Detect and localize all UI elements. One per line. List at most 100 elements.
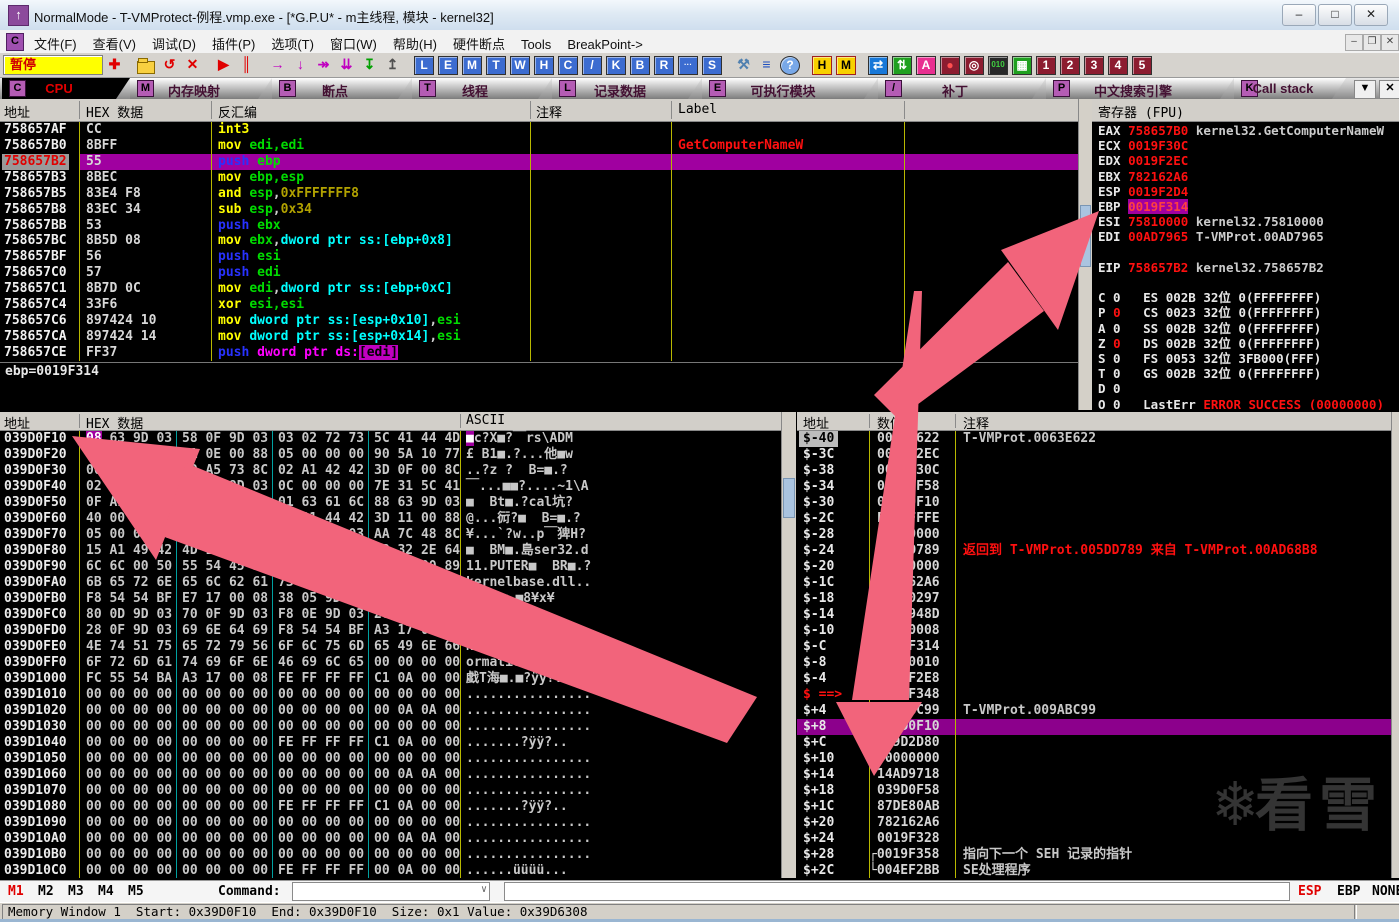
handles-window-button[interactable]: H	[534, 55, 554, 75]
dump-row[interactable]: 039D0F30 00 00 00 00 70 A5 73 8C 02 A1 42 4…	[0, 463, 781, 479]
execute-till-return-button[interactable]: ↥	[382, 55, 403, 75]
stack-row[interactable]: $-4 0019F2E8	[797, 671, 1391, 687]
restart-button[interactable]: ↺	[159, 55, 180, 75]
stack-scrollbar[interactable]	[1391, 412, 1399, 878]
plugin-1-button[interactable]: 1	[1036, 55, 1056, 75]
dump-row[interactable]: 039D1090 00 00 00 00 00 00 00 00 00 00 00 0…	[0, 815, 781, 831]
dump-row[interactable]: 039D1040 00 00 00 00 00 00 00 00 FE FF FF F…	[0, 735, 781, 751]
memory-window-m2[interactable]: M2	[38, 884, 54, 899]
stack-row[interactable]: $-38 0019F30C	[797, 463, 1391, 479]
open-file-button[interactable]	[137, 58, 155, 74]
hardware-breakpoint-button[interactable]: H	[812, 55, 832, 75]
plugin-2-button[interactable]: 2	[1060, 55, 1080, 75]
dump-row[interactable]: 039D10B0 00 00 00 00 00 00 00 00 00 00 00 0…	[0, 847, 781, 863]
patches-window-button[interactable]: /	[582, 55, 602, 75]
callstack-window-button[interactable]: K	[606, 55, 626, 75]
combo-dropdown-icon[interactable]: ∨	[481, 884, 487, 895]
dump-row[interactable]: 039D0F10 08 63 9D 03 58 0F 9D 03 03 02 72 7…	[0, 431, 781, 447]
help-button[interactable]: ?	[780, 55, 800, 75]
disassembly-scrollbar[interactable]	[1078, 99, 1092, 410]
stack-row[interactable]: $+2C └004EF2BB SE处理程序	[797, 863, 1391, 878]
stack-row[interactable]: $-14 640A948D	[797, 607, 1391, 623]
register-row[interactable]: ESP 0019F2D4	[1098, 184, 1399, 199]
tab-dropdown-button[interactable]: ▼	[1354, 80, 1376, 99]
mdi-restore-button[interactable]: ❐	[1363, 34, 1381, 51]
disasm-row[interactable]: 758657B5 83E4 F8 and esp,0xFFFFFFF8	[0, 186, 1078, 202]
log-window-button[interactable]: L	[414, 55, 434, 75]
stack-row[interactable]: $-34 039D0F58	[797, 479, 1391, 495]
register-row[interactable]: P 0 CS 0023 32位 0(FFFFFFFF)	[1098, 305, 1399, 320]
step-into-button[interactable]: →	[267, 55, 288, 75]
menu-item-9[interactable]: BreakPoint->	[559, 33, 651, 52]
mdi-child-icon[interactable]: C	[6, 33, 24, 51]
stack-row[interactable]: $+4 009ABC99 T-VMProt.009ABC99	[797, 703, 1391, 719]
register-row[interactable]: S 0 FS 0053 32位 3FB000(FFF)	[1098, 351, 1399, 366]
close-process-button[interactable]: ✕	[182, 55, 203, 75]
disassembly-scrollbar-thumb[interactable]	[1080, 205, 1091, 267]
memory-window-m1[interactable]: M1	[8, 884, 24, 899]
menu-item-0[interactable]: 文件(F)	[26, 30, 85, 53]
stack-row[interactable]: $-18 00000297	[797, 591, 1391, 607]
assemble-button[interactable]: A	[916, 55, 936, 75]
register-row[interactable]: C 0 ES 002B 32位 0(FFFFFFFF)	[1098, 290, 1399, 305]
cpu-window-button[interactable]: C	[558, 55, 578, 75]
stack-row[interactable]: $-3C 0019F2EC	[797, 447, 1391, 463]
minimize-button[interactable]: –	[1282, 4, 1316, 26]
mdi-minimize-button[interactable]: –	[1345, 34, 1363, 51]
disasm-row[interactable]: 758657BC 8B5D 08 mov ebx,dword ptr ss:[ebp…	[0, 233, 1078, 249]
memory-window-button[interactable]: M	[462, 55, 482, 75]
stack-row[interactable]: $-40 0063E622 T-VMProt.0063E622	[797, 431, 1391, 447]
none-indicator[interactable]: NONE	[1372, 884, 1399, 899]
tab-补丁[interactable]: / 补丁	[878, 78, 1046, 99]
close-button[interactable]: ✕	[1354, 4, 1388, 26]
windows-window-button[interactable]: W	[510, 55, 530, 75]
stack-row[interactable]: $-20 00000000	[797, 559, 1391, 575]
breakpoints-window-button[interactable]: B	[630, 55, 650, 75]
binary-button[interactable]: 010	[988, 55, 1008, 75]
register-row[interactable]: ESI 75810000 kernel32.75810000	[1098, 214, 1399, 229]
run-button[interactable]: ▶	[213, 55, 234, 75]
dump-row[interactable]: 039D0FE0 4E 74 51 75 65 72 79 56 6F 6C 75 6…	[0, 639, 781, 655]
register-row[interactable]	[1098, 275, 1399, 290]
dump-row[interactable]: 039D0FB0 F8 54 54 BF E7 17 00 08 38 05 9D 0…	[0, 591, 781, 607]
register-row[interactable]: EIP 758657B2 kernel32.758657B2	[1098, 260, 1399, 275]
dump-row[interactable]: 039D0FC0 80 0D 9D 03 70 0F 9D 03 F8 0E 9D 0…	[0, 607, 781, 623]
disasm-row[interactable]: 758657CA 897424 14 mov dword ptr ss:[esp+0…	[0, 329, 1078, 345]
run-to-selection-button[interactable]: ↧	[359, 55, 380, 75]
dump-scrollbar-thumb[interactable]	[783, 478, 795, 518]
dump-row[interactable]: 039D0F90 6C 6C 00 50 55 54 45 52 16 A1 4E 0…	[0, 559, 781, 575]
memory-window-m4[interactable]: M4	[98, 884, 114, 899]
register-row[interactable]: EBP 0019F314	[1098, 199, 1399, 215]
tab-线程[interactable]: T 线程	[412, 78, 552, 99]
menu-item-2[interactable]: 调试(D)	[144, 30, 204, 53]
menu-item-5[interactable]: 窗口(W)	[322, 30, 385, 53]
stack-row[interactable]: $-28 00580000	[797, 527, 1391, 543]
disasm-row[interactable]: 758657B2 55 push ebp	[0, 153, 1078, 170]
disasm-row[interactable]: 758657AF CC int3	[0, 122, 1078, 138]
disasm-row[interactable]: 758657B0 8BFF mov edi,edi GetComputerNameW	[0, 138, 1078, 154]
dump-row[interactable]: 039D0FF0 6F 72 6D 61 74 69 6F 6E 46 69 6C 6…	[0, 655, 781, 671]
references-window-button[interactable]: R	[654, 55, 674, 75]
register-row[interactable]: ECX 0019F30C	[1098, 138, 1399, 153]
debug-options-wrench-button[interactable]: ⚒	[733, 55, 754, 75]
disasm-row[interactable]: 758657B3 8BEC mov ebp,esp	[0, 170, 1078, 186]
stack-row[interactable]: $-2C FFFFFFFE	[797, 511, 1391, 527]
stack-row[interactable]: $-1C 782162A6	[797, 575, 1391, 591]
stack-row[interactable]: $+8 039D0F10	[797, 719, 1391, 735]
dump-row[interactable]: 039D0F80 15 A1 49 42 4D 12 00 8D 75 00 00 0…	[0, 543, 781, 559]
command-secondary-box[interactable]	[504, 882, 1290, 901]
crosshair-button[interactable]: ✚	[104, 55, 125, 75]
ebp-indicator[interactable]: EBP	[1337, 884, 1360, 899]
record-button[interactable]: ●	[940, 55, 960, 75]
disasm-row[interactable]: 758657C1 8B7D 0C mov edi,dword ptr ss:[ebp…	[0, 281, 1078, 297]
register-row[interactable]: EDI 00AD7965 T-VMProt.00AD7965	[1098, 229, 1399, 244]
dump-row[interactable]: 039D0F40 02 00 00 00 00 00 9D 03 0C 00 00 0…	[0, 479, 781, 495]
dump-row[interactable]: 039D0FD0 28 0F 9D 03 69 6E 64 69 F8 54 54 B…	[0, 623, 781, 639]
source-window-button[interactable]: S	[702, 55, 722, 75]
register-row[interactable]: Z 0 DS 002B 32位 0(FFFFFFFF)	[1098, 336, 1399, 351]
register-row[interactable]: EBX 782162A6	[1098, 169, 1399, 184]
register-row[interactable]: T 0 GS 002B 32位 0(FFFFFFFF)	[1098, 366, 1399, 381]
executables-window-button[interactable]: E	[438, 55, 458, 75]
command-input[interactable]: ∨	[292, 882, 490, 901]
tab-记录数据[interactable]: L 记录数据	[552, 78, 702, 99]
